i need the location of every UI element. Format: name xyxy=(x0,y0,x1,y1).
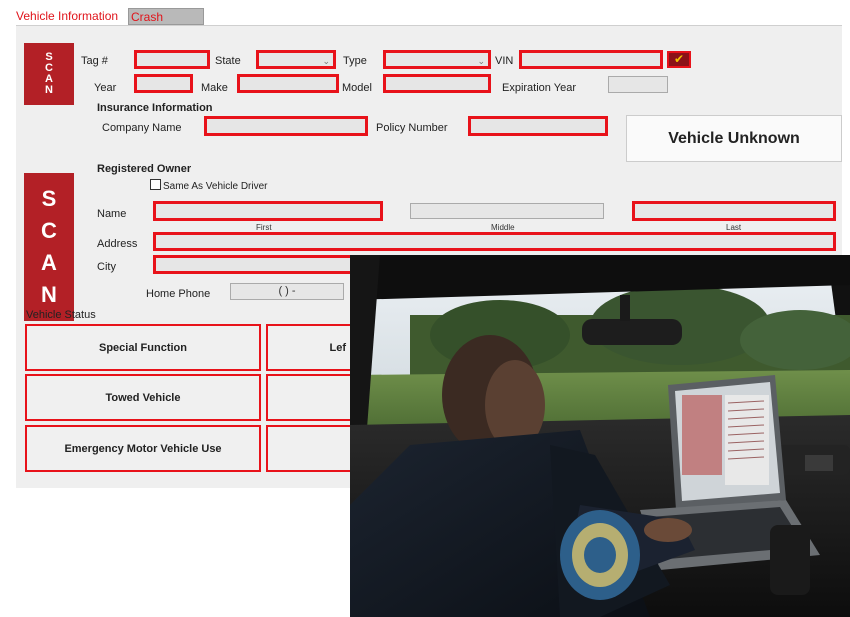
scan-letter: S xyxy=(41,186,57,211)
home-phone-input[interactable]: ( ) - xyxy=(230,283,344,300)
scan-owner-button[interactable]: S C A N xyxy=(24,173,74,321)
tag-input[interactable] xyxy=(134,50,210,69)
expiration-year-label: Expiration Year xyxy=(502,82,576,94)
make-input[interactable] xyxy=(237,74,339,93)
year-input[interactable] xyxy=(134,74,193,93)
last-sublabel: Last xyxy=(726,223,742,232)
vehicle-status-heading: Vehicle Status xyxy=(26,309,96,321)
company-name-input[interactable] xyxy=(204,116,368,136)
checkmark-icon[interactable]: ✔ xyxy=(667,51,691,68)
expiration-year-input[interactable] xyxy=(608,76,668,93)
same-as-driver-checkbox[interactable]: Same As Vehicle Driver xyxy=(150,179,268,194)
registered-owner-heading: Registered Owner xyxy=(97,163,192,175)
city-label: City xyxy=(97,261,116,273)
year-label: Year xyxy=(94,82,117,94)
first-name-input[interactable] xyxy=(153,201,383,221)
tab-crash-details[interactable]: Crash Details xyxy=(128,8,204,41)
scan-letter: A xyxy=(41,250,57,275)
middle-sublabel: Middle xyxy=(491,223,515,232)
company-name-label: Company Name xyxy=(102,122,182,134)
same-as-driver-label: Same As Vehicle Driver xyxy=(163,181,268,192)
emergency-motor-vehicle-use-button[interactable]: Emergency Motor Vehicle Use xyxy=(25,425,261,472)
tag-label: Tag # xyxy=(81,55,108,67)
model-label: Model xyxy=(342,82,372,94)
scan-letter: C xyxy=(41,218,57,243)
officer-laptop-photo xyxy=(350,255,850,617)
chevron-down-icon: ⌄ xyxy=(322,56,330,66)
vin-label: VIN xyxy=(495,55,514,67)
model-input[interactable] xyxy=(383,74,491,93)
last-name-input[interactable] xyxy=(632,201,836,221)
vin-input[interactable] xyxy=(519,50,663,69)
scan-letter: N xyxy=(41,282,57,307)
insurance-heading: Insurance Information xyxy=(97,102,213,114)
first-sublabel: First xyxy=(256,223,272,232)
state-label: State xyxy=(215,55,241,67)
address-label: Address xyxy=(97,238,138,250)
vehicle-unknown-button[interactable]: Vehicle Unknown xyxy=(626,115,842,162)
name-label: Name xyxy=(97,208,127,220)
policy-number-label: Policy Number xyxy=(376,122,448,134)
checkbox-icon xyxy=(150,179,161,190)
policy-number-input[interactable] xyxy=(468,116,608,136)
special-function-button[interactable]: Special Function xyxy=(25,324,261,371)
type-label: Type xyxy=(343,55,367,67)
towed-vehicle-button[interactable]: Towed Vehicle xyxy=(25,374,261,421)
state-select[interactable]: ⌄ xyxy=(256,50,336,69)
scan-vehicle-button[interactable]: S C A N xyxy=(24,43,74,105)
make-label: Make xyxy=(201,82,228,94)
address-input[interactable] xyxy=(153,232,836,251)
type-select[interactable]: ⌄ xyxy=(383,50,491,69)
middle-name-input[interactable] xyxy=(410,203,604,219)
scan-letter: N xyxy=(45,84,53,96)
tab-vehicle-information[interactable]: Vehicle Information xyxy=(16,8,119,25)
home-phone-label: Home Phone xyxy=(146,288,211,300)
chevron-down-icon: ⌄ xyxy=(477,56,485,66)
